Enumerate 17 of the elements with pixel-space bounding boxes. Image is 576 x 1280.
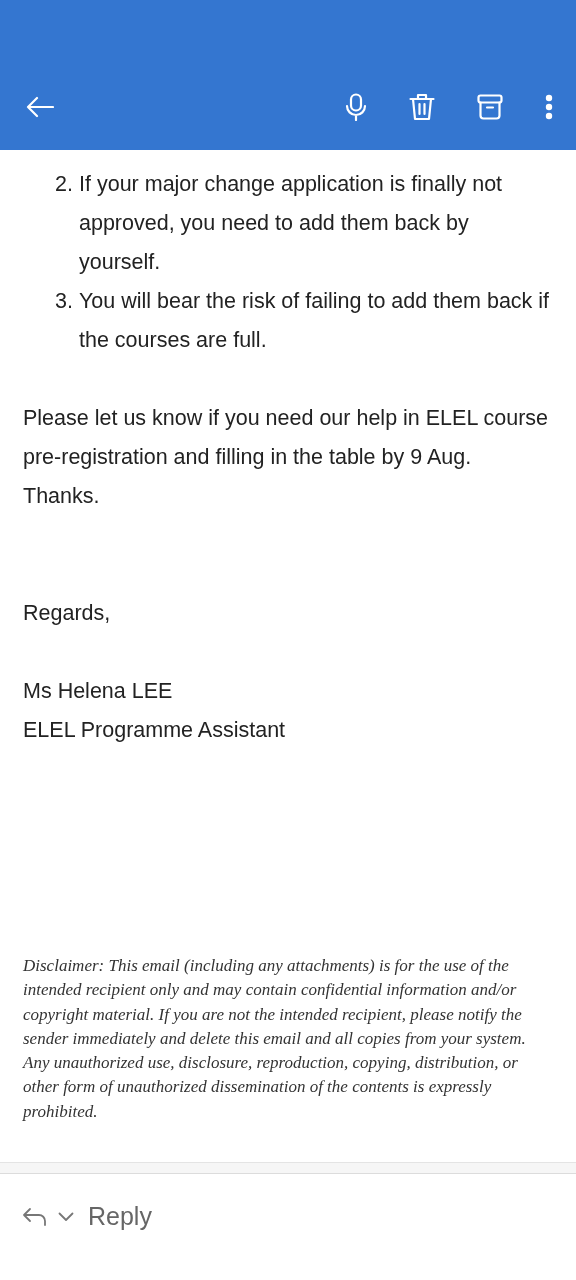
microphone-icon[interactable]: [345, 93, 367, 121]
signature-line: Ms Helena LEE: [23, 678, 174, 705]
list-item-text: You will bear the risk of failing to add them back if the courses are full.: [79, 288, 551, 354]
list-number: 3.: [54, 288, 74, 315]
body-paragraph: Please let us know if you need our help in ELEL course pre-registration and filling in the table by 9 Aug. Thanks.: [23, 405, 550, 510]
archive-icon[interactable]: [477, 94, 503, 120]
disclaimer-text: Disclaimer: This email (including any attachments) is for the use of the intended recipient only and may contain confidential information and/or copyright material. If you are not the intended recipient, please notify the sender immediately and delete this email and all copies from your system. Any unauthorized use, disclosure, reproduction, copying, distribution, or other form of unauthorized dissemination of the contents is expressly prohibited.: [23, 955, 527, 1123]
reply-arrow-icon[interactable]: [22, 1206, 48, 1227]
list-number: 2.: [54, 171, 74, 198]
list-item-text: If your major change application is finally not approved, you need to add them back by yourself.: [79, 171, 504, 276]
trash-icon[interactable]: [409, 93, 435, 121]
signature-line: ELEL Programme Assistant: [23, 717, 287, 744]
reply-button[interactable]: Reply: [84, 1202, 152, 1232]
back-arrow-icon[interactable]: [26, 96, 54, 118]
closing-text: Regards,: [23, 600, 112, 627]
more-options-icon[interactable]: [545, 94, 553, 120]
chevron-down-icon[interactable]: [58, 1211, 74, 1222]
